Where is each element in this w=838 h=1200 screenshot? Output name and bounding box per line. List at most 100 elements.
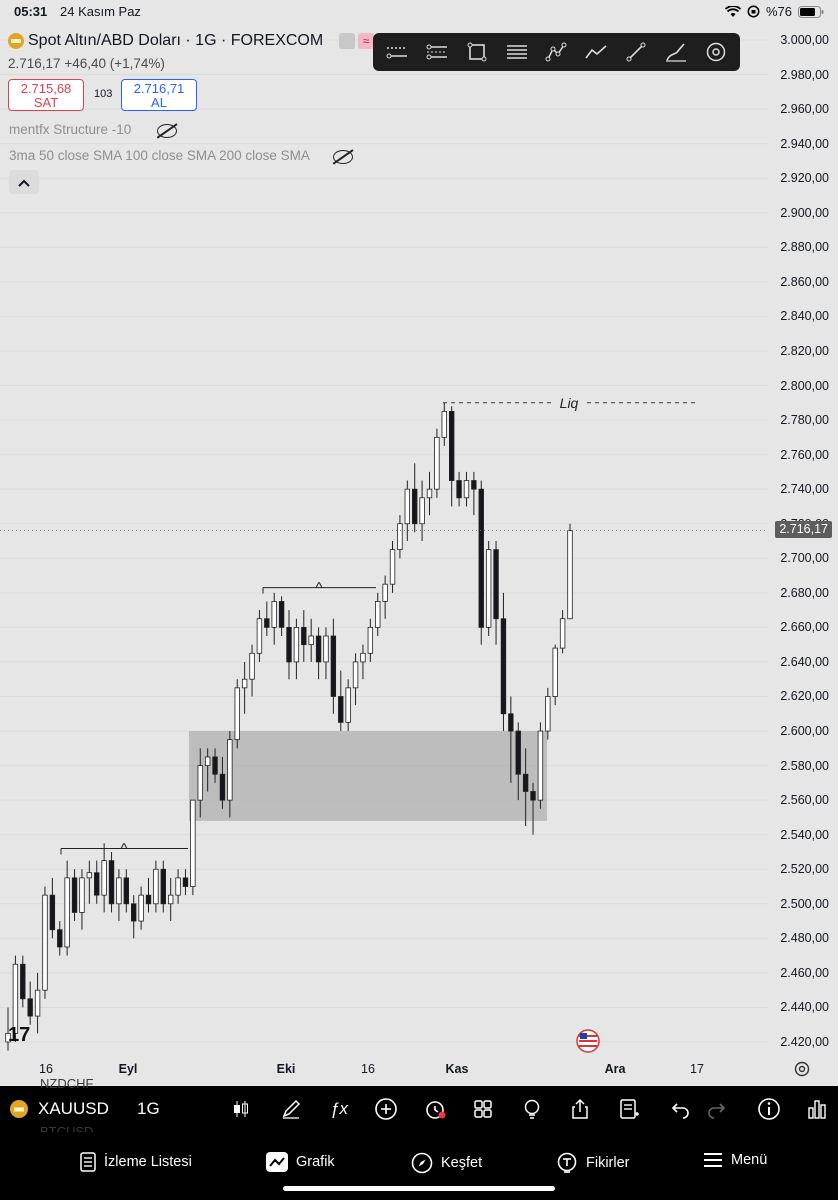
timeframe-selector[interactable]: 1G bbox=[137, 1099, 160, 1119]
price-tick-label: 2.940,00 bbox=[780, 136, 829, 151]
share-icon[interactable] bbox=[568, 1097, 592, 1121]
brush-tool-icon[interactable] bbox=[663, 39, 689, 65]
indicator-label: mentfx Structure -10 bbox=[9, 122, 132, 137]
watchlist-icon bbox=[80, 1152, 96, 1172]
add-plus-icon[interactable] bbox=[374, 1097, 398, 1121]
hidden-eye-icon[interactable] bbox=[333, 150, 353, 164]
indicator-structure[interactable]: mentfx Structure -10 bbox=[9, 122, 131, 137]
price-tick-label: 2.420,00 bbox=[780, 1035, 829, 1049]
candle-up bbox=[463, 480, 470, 499]
candle-up bbox=[79, 877, 85, 913]
tab-chart[interactable]: Grafik bbox=[266, 1152, 335, 1172]
toolbar-minimize-button[interactable] bbox=[339, 33, 355, 49]
collapse-legend-button[interactable] bbox=[9, 170, 39, 194]
draw-pen-icon[interactable] bbox=[279, 1097, 303, 1121]
candle-up bbox=[175, 877, 181, 896]
fib-retracement-tool-icon[interactable] bbox=[504, 39, 530, 65]
more-tools-icon[interactable] bbox=[703, 39, 729, 65]
price-tick-label: 3.000,00 bbox=[780, 33, 829, 47]
price-tick-label: 2.840,00 bbox=[780, 309, 829, 324]
price-tick-label: 2.540,00 bbox=[780, 827, 829, 842]
info-icon[interactable] bbox=[757, 1097, 781, 1121]
candle-down bbox=[264, 618, 270, 628]
indicator-sma[interactable]: 3ma 50 close SMA 100 close SMA 200 close… bbox=[9, 148, 310, 163]
settings-gear-icon[interactable] bbox=[793, 1060, 811, 1078]
candle-down bbox=[522, 773, 529, 792]
price-tick-label: 2.880,00 bbox=[780, 240, 829, 255]
symbol-selector[interactable]: XAUUSD bbox=[38, 1099, 109, 1119]
candle-up bbox=[101, 860, 107, 896]
candle-down bbox=[301, 626, 307, 646]
tab-explore[interactable]: Keşfet bbox=[411, 1152, 482, 1174]
tab-ideas[interactable]: Fikirler bbox=[556, 1152, 630, 1174]
time-tick-label: 16 bbox=[361, 1062, 375, 1076]
redo-icon[interactable] bbox=[705, 1097, 729, 1121]
candle-down bbox=[182, 877, 189, 887]
path-tool-icon[interactable] bbox=[583, 39, 609, 65]
price-tick-label: 2.920,00 bbox=[780, 171, 829, 186]
candle-up bbox=[138, 894, 144, 922]
wifi-icon bbox=[724, 5, 741, 17]
time-axis[interactable]: 16 Eyl Eki 16 Kas Ara 17 bbox=[0, 1056, 838, 1082]
alert-clock-icon[interactable] bbox=[423, 1097, 447, 1121]
candle-down bbox=[57, 929, 63, 948]
price-tick-label: 2.640,00 bbox=[780, 654, 829, 669]
buy-button[interactable]: 2.716,71 AL bbox=[121, 79, 197, 111]
candle-up bbox=[397, 523, 403, 551]
candle-up bbox=[204, 756, 211, 766]
layout-grid-icon[interactable] bbox=[471, 1097, 495, 1121]
price-tick-label: 2.480,00 bbox=[780, 931, 829, 946]
chart-pane[interactable]: ^ ^ Liq 17 bbox=[0, 24, 768, 1056]
pattern-tool-icon[interactable] bbox=[543, 39, 569, 65]
candle-type-icon[interactable] bbox=[229, 1097, 253, 1121]
candle-down bbox=[471, 480, 477, 490]
tab-label: Menü bbox=[731, 1152, 768, 1168]
candle-up bbox=[323, 635, 329, 663]
price-tick-label: 2.620,00 bbox=[780, 689, 829, 704]
horizontal-ray-tool-icon[interactable] bbox=[384, 39, 410, 65]
candle-up bbox=[153, 868, 159, 905]
time-tick-label: 17 bbox=[690, 1062, 704, 1076]
price-tick-label: 2.460,00 bbox=[780, 965, 829, 980]
battery-icon bbox=[798, 5, 824, 18]
candle-down bbox=[330, 635, 337, 697]
sell-button[interactable]: 2.715,68 SAT bbox=[8, 79, 84, 111]
time-tick-label: Kas bbox=[445, 1062, 469, 1076]
candlestick-chart[interactable]: ^ ^ Liq 17 bbox=[0, 24, 768, 1056]
price-tick-label: 2.960,00 bbox=[780, 102, 829, 117]
undo-icon[interactable] bbox=[668, 1097, 692, 1121]
parallel-channel-tool-icon[interactable] bbox=[424, 39, 450, 65]
price-tick-label: 2.980,00 bbox=[780, 67, 829, 82]
symbol-legend[interactable]: Spot Altın/ABD Doları · 1G · FOREXCOM bbox=[8, 32, 323, 50]
candle-up bbox=[86, 872, 93, 879]
price-axis[interactable]: 3.000,00 2.980,00 2.960,00 2.940,00 2.920,00… bbox=[768, 24, 838, 1056]
notes-add-icon[interactable] bbox=[617, 1097, 641, 1121]
candle-down bbox=[20, 963, 26, 1000]
price-tick-label: 2.900,00 bbox=[780, 205, 829, 220]
trend-line-tool-icon[interactable] bbox=[623, 39, 649, 65]
candle-down bbox=[145, 894, 152, 905]
candle-down bbox=[49, 894, 56, 931]
volume-bars-icon[interactable] bbox=[805, 1097, 829, 1121]
tab-menu[interactable]: Menü bbox=[703, 1152, 767, 1168]
rectangle-tool-icon[interactable] bbox=[464, 39, 490, 65]
candle-up bbox=[537, 730, 544, 801]
time-tick-label: Eyl bbox=[118, 1062, 138, 1076]
indicators-fx-icon[interactable]: ƒx bbox=[327, 1097, 351, 1121]
lightbulb-icon[interactable] bbox=[520, 1097, 544, 1121]
price-tick-label: 2.860,00 bbox=[780, 274, 829, 289]
status-date: 24 Kasım Paz bbox=[60, 4, 141, 19]
hidden-eye-icon[interactable] bbox=[157, 124, 177, 138]
candle-down bbox=[108, 860, 115, 905]
candle-up bbox=[116, 877, 122, 905]
toolbar-pattern-icon[interactable]: ≈ bbox=[358, 33, 374, 49]
home-indicator bbox=[283, 1186, 555, 1191]
candle-up bbox=[293, 626, 300, 663]
tab-label: Keşfet bbox=[441, 1155, 483, 1171]
tab-watchlist[interactable]: İzleme Listesi bbox=[80, 1152, 192, 1172]
candle-up bbox=[545, 696, 551, 732]
chart-icon bbox=[266, 1152, 288, 1172]
spread-value: 103 bbox=[94, 88, 113, 100]
candle-up bbox=[441, 411, 447, 438]
legend-price-line: 2.716,17 +46,40 (+1,74%) bbox=[8, 56, 165, 71]
